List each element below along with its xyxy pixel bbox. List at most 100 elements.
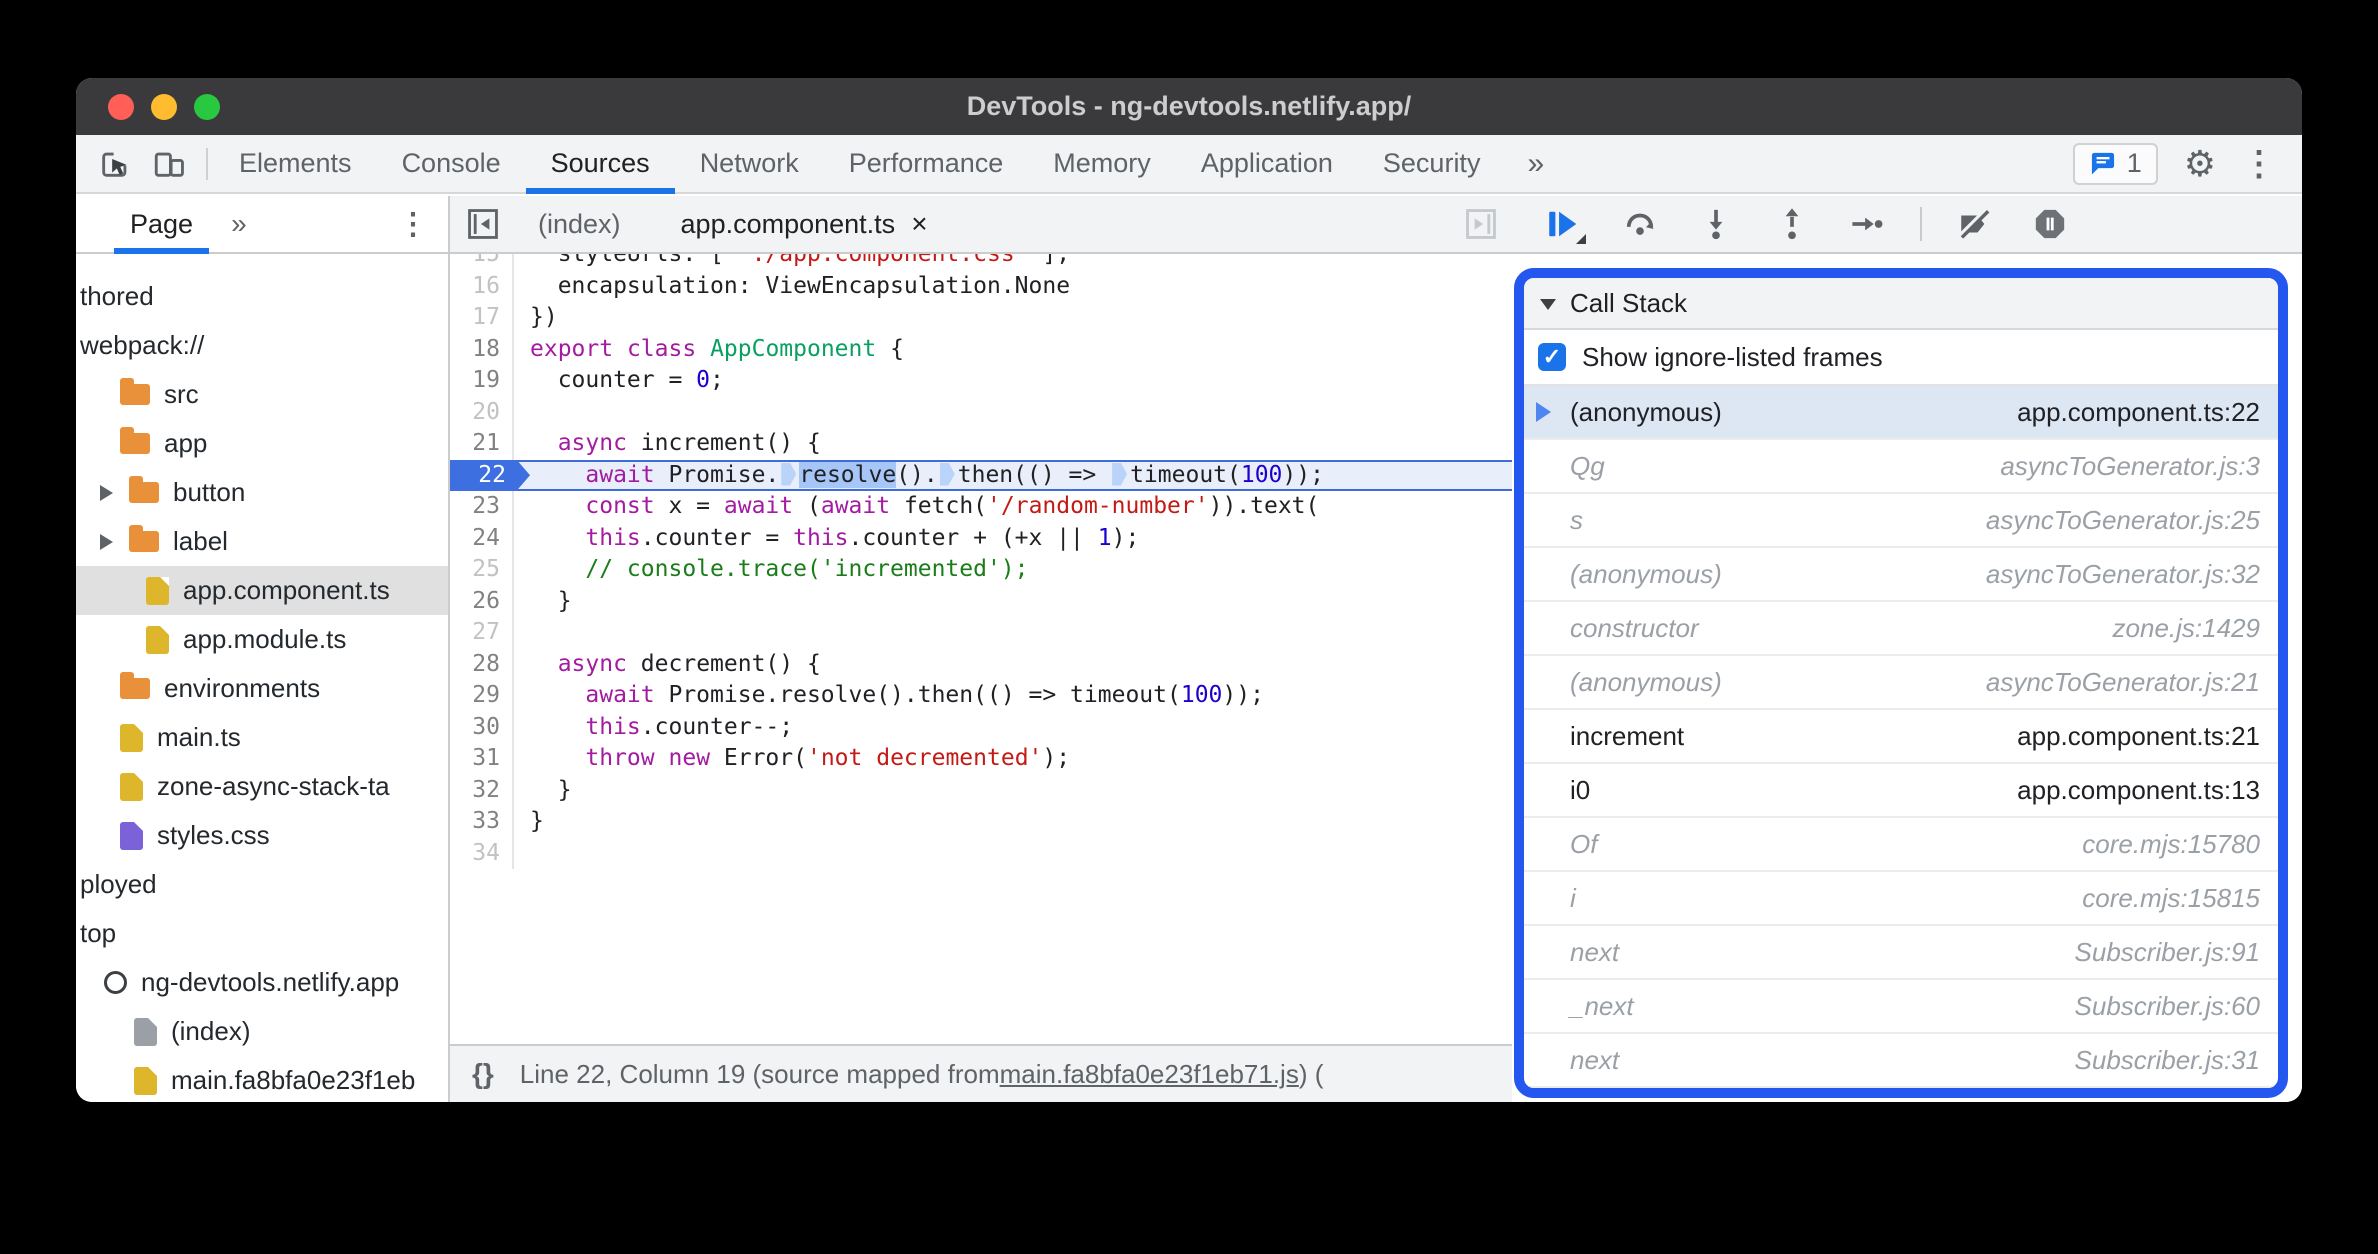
tab-security[interactable]: Security: [1358, 135, 1506, 192]
tab-application[interactable]: Application: [1176, 135, 1358, 192]
line-number[interactable]: 21: [450, 428, 514, 460]
call-stack-frame[interactable]: (anonymous) asyncToGenerator.js:32: [1524, 548, 2278, 602]
line-number[interactable]: 32: [450, 774, 514, 806]
tab-sources[interactable]: Sources: [525, 135, 675, 194]
code-text[interactable]: [514, 838, 1512, 870]
step-out-icon[interactable]: [1774, 206, 1810, 242]
source-map-link[interactable]: main.fa8bfa0e23f1eb71.js: [1000, 1059, 1299, 1090]
line-number[interactable]: 27: [450, 617, 514, 649]
file-tree-item[interactable]: main.ts: [76, 713, 448, 762]
editor-tab[interactable]: app.component.ts ×: [651, 208, 958, 240]
device-toolbar-icon[interactable]: [152, 147, 186, 181]
call-stack-frame[interactable]: s asyncToGenerator.js:25: [1524, 494, 2278, 548]
line-number[interactable]: 23: [450, 491, 514, 523]
file-tree-item[interactable]: src: [76, 370, 448, 419]
line-number[interactable]: 24: [450, 522, 514, 554]
file-tree-item[interactable]: styles.css: [76, 811, 448, 860]
code-text[interactable]: encapsulation: ViewEncapsulation.None: [514, 271, 1512, 303]
line-number[interactable]: 20: [450, 396, 514, 428]
file-tree-item[interactable]: (index): [76, 1007, 448, 1056]
code-text[interactable]: }: [514, 806, 1512, 838]
issues-button[interactable]: 1: [2072, 142, 2158, 185]
tab-page[interactable]: Page: [114, 196, 210, 254]
code-text[interactable]: await Promise.resolve().then(() => timeo…: [514, 460, 1512, 492]
code-text[interactable]: counter = 0;: [514, 365, 1512, 397]
file-tree-item[interactable]: ng-devtools.netlify.app: [76, 958, 448, 1007]
file-tree-item[interactable]: button: [76, 468, 448, 517]
call-stack-frame[interactable]: (anonymous) app.component.ts:22: [1524, 386, 2278, 440]
navigator-menu-icon[interactable]: ⋮: [398, 207, 428, 242]
step-icon[interactable]: [1850, 206, 1886, 242]
code-text[interactable]: styleUrls: [ './app.component.css' ],: [514, 254, 1512, 271]
line-number[interactable]: 25: [450, 554, 514, 586]
tab-memory[interactable]: Memory: [1028, 135, 1176, 192]
code-text[interactable]: async increment() {: [514, 428, 1512, 460]
call-stack-header[interactable]: Call Stack: [1524, 278, 2278, 330]
line-number[interactable]: 29: [450, 680, 514, 712]
code-text[interactable]: }): [514, 302, 1512, 334]
file-tree-item[interactable]: top: [76, 909, 448, 958]
line-number[interactable]: 33: [450, 806, 514, 838]
pause-on-exceptions-icon[interactable]: [2032, 206, 2068, 242]
code-text[interactable]: export class AppComponent {: [514, 334, 1512, 366]
line-number[interactable]: 31: [450, 743, 514, 775]
code-text[interactable]: }: [514, 586, 1512, 618]
settings-gear-icon[interactable]: ⚙: [2184, 145, 2216, 182]
file-tree-item[interactable]: thored: [76, 272, 448, 321]
code-text[interactable]: [514, 617, 1512, 649]
main-menu-icon[interactable]: ⋮: [2242, 144, 2276, 184]
call-stack-frame[interactable]: Of core.mjs:15780: [1524, 818, 2278, 872]
navigator-more-chevron[interactable]: »: [231, 208, 247, 240]
file-tree-item[interactable]: ployed: [76, 860, 448, 909]
code-text[interactable]: // console.trace('incremented');: [514, 554, 1512, 586]
code-area[interactable]: 15 styleUrls: [ './app.component.css' ],…: [450, 254, 1512, 1044]
close-tab-icon[interactable]: ×: [911, 208, 927, 240]
code-text[interactable]: await Promise.resolve().then(() => timeo…: [514, 680, 1512, 712]
file-tree-item[interactable]: app: [76, 419, 448, 468]
line-number[interactable]: 15: [450, 254, 514, 271]
format-code-icon[interactable]: {}: [472, 1058, 494, 1090]
call-stack-frame[interactable]: i0 app.component.ts:13: [1524, 764, 2278, 818]
line-number[interactable]: 30: [450, 711, 514, 743]
tab-console[interactable]: Console: [377, 135, 526, 192]
code-text[interactable]: async decrement() {: [514, 649, 1512, 681]
line-number[interactable]: 34: [450, 837, 514, 869]
code-text[interactable]: throw new Error('not decremented');: [514, 743, 1512, 775]
file-tree-item[interactable]: app.module.ts: [76, 615, 448, 664]
line-number[interactable]: 16: [450, 270, 514, 302]
show-ignore-listed-checkbox[interactable]: ✓: [1538, 343, 1566, 371]
call-stack-frame[interactable]: next Subscriber.js:91: [1524, 926, 2278, 980]
code-text[interactable]: [514, 397, 1512, 429]
file-tree-item[interactable]: environments: [76, 664, 448, 713]
step-marker-icon[interactable]: [1112, 462, 1128, 486]
call-stack-frame[interactable]: Qg asyncToGenerator.js:3: [1524, 440, 2278, 494]
tab-network[interactable]: Network: [675, 135, 824, 192]
code-text[interactable]: }: [514, 775, 1512, 807]
line-number[interactable]: 28: [450, 648, 514, 680]
step-marker-icon[interactable]: [781, 462, 797, 486]
file-tree-item[interactable]: webpack://: [76, 321, 448, 370]
line-number[interactable]: 18: [450, 333, 514, 365]
tab-elements[interactable]: Elements: [214, 135, 377, 192]
file-tree-item[interactable]: label: [76, 517, 448, 566]
expand-arrow-icon[interactable]: [100, 533, 113, 550]
step-into-icon[interactable]: [1698, 206, 1734, 242]
code-text[interactable]: this.counter = this.counter + (+x || 1);: [514, 523, 1512, 555]
file-tree-item[interactable]: app.component.ts: [76, 566, 448, 615]
file-tree-item[interactable]: main.fa8bfa0e23f1eb: [76, 1056, 448, 1102]
call-stack-frame[interactable]: _next Subscriber.js:60: [1524, 980, 2278, 1034]
call-stack-frame[interactable]: constructor zone.js:1429: [1524, 602, 2278, 656]
call-stack-frame[interactable]: next Subscriber.js:31: [1524, 1034, 2278, 1088]
resume-script-icon[interactable]: [1546, 206, 1586, 244]
deactivate-breakpoints-icon[interactable]: [1956, 206, 1992, 242]
file-tree-item[interactable]: zone-async-stack-ta: [76, 762, 448, 811]
code-text[interactable]: const x = await (await fetch('/random-nu…: [514, 491, 1512, 523]
more-tabs-chevron[interactable]: »: [1505, 135, 1566, 192]
line-number[interactable]: 19: [450, 365, 514, 397]
tab-performance[interactable]: Performance: [824, 135, 1029, 192]
inspect-element-icon[interactable]: [98, 147, 132, 181]
editor-tab[interactable]: (index): [508, 209, 651, 240]
line-number[interactable]: 17: [450, 302, 514, 334]
show-debugger-icon[interactable]: [1464, 207, 1498, 241]
call-stack-frame[interactable]: (anonymous) asyncToGenerator.js:21: [1524, 656, 2278, 710]
